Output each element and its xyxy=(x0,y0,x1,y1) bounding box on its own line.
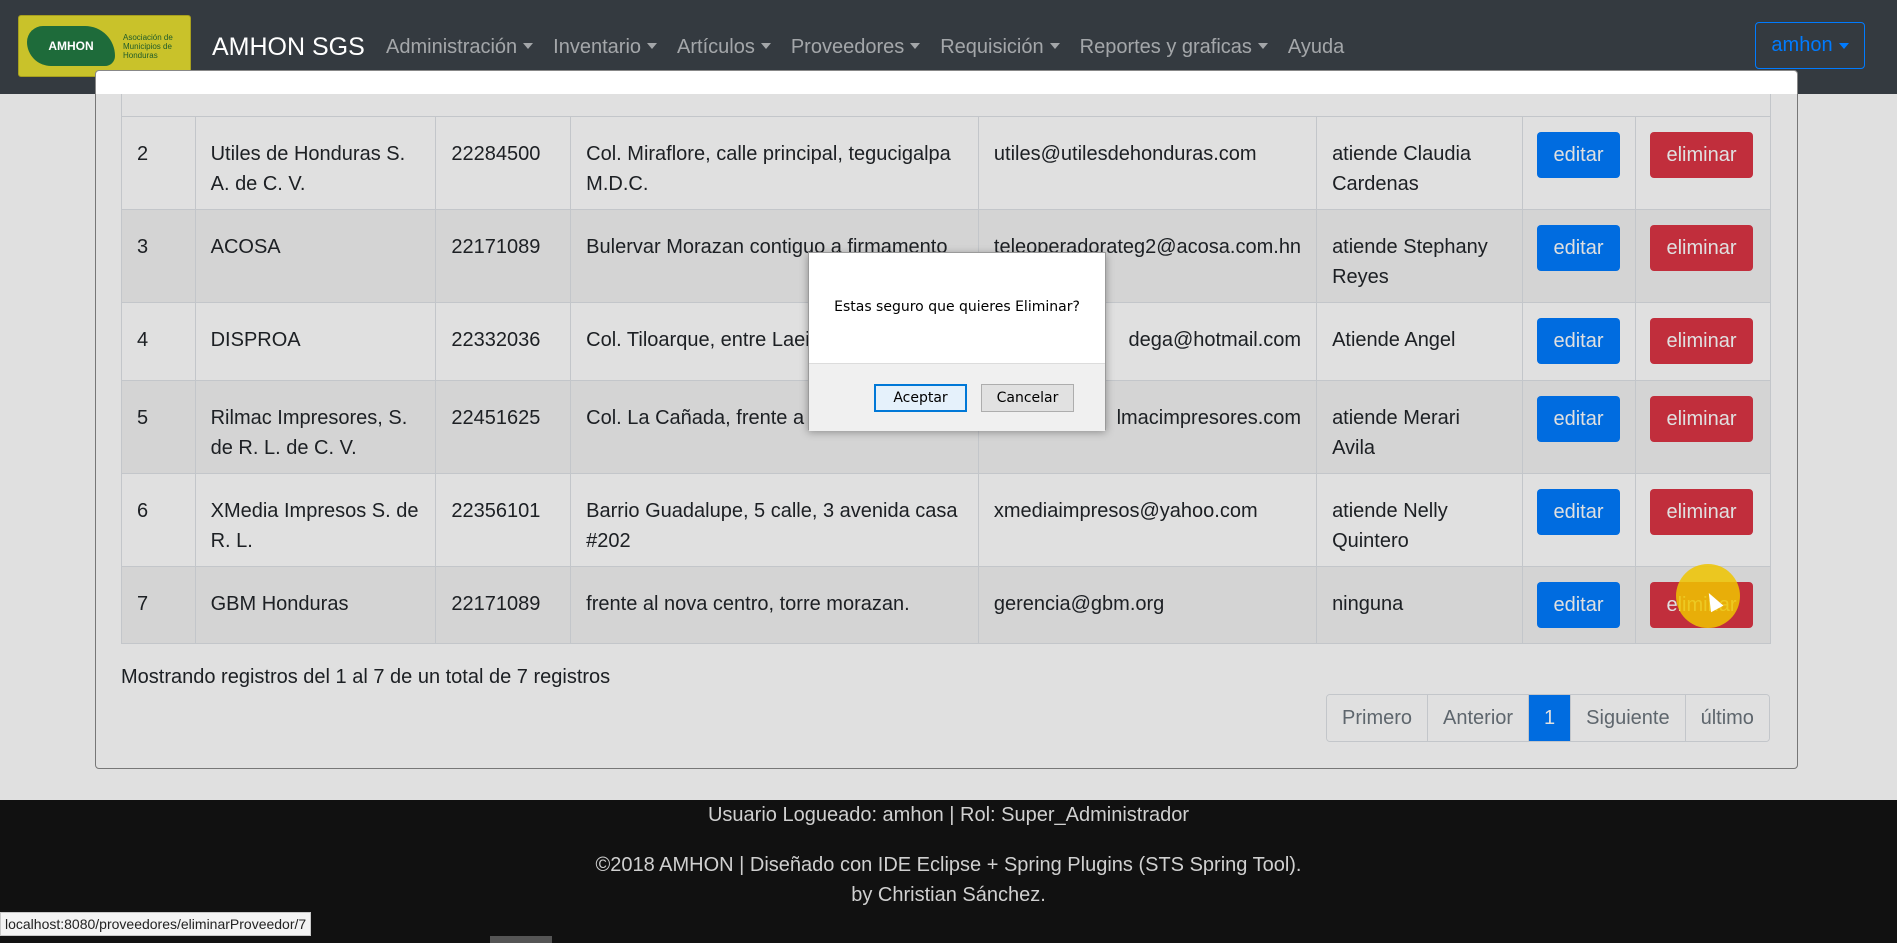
nav-label: Administración xyxy=(386,36,518,58)
nav-menu: Administración Inventario Artículos Prov… xyxy=(386,36,1344,59)
brand-title[interactable]: AMHON SGS xyxy=(212,33,365,62)
nav-inventario[interactable]: Inventario xyxy=(553,36,658,59)
nav-label: Artículos xyxy=(677,36,755,58)
footer-user-info: Usuario Logueado: amhon | Rol: Super_Adm… xyxy=(707,804,1190,826)
honduras-map-icon: AMHON xyxy=(27,26,115,66)
caret-down-icon xyxy=(910,43,921,49)
nav-label: Proveedores xyxy=(790,36,905,58)
user-dropdown-button[interactable]: amhon xyxy=(1755,22,1865,69)
nav-ayuda[interactable]: Ayuda xyxy=(1288,36,1344,59)
nav-administracion[interactable]: Administración xyxy=(386,36,534,59)
user-label: amhon xyxy=(1771,34,1833,56)
caret-down-icon xyxy=(1257,43,1268,49)
footer-copyright: ©2018 AMHON | Diseñado con IDE Eclipse +… xyxy=(595,854,1302,876)
nav-proveedores[interactable]: Proveedores xyxy=(790,36,921,59)
dialog-message: Estas seguro que quieres Eliminar? xyxy=(834,299,1080,315)
nav-requisicion[interactable]: Requisición xyxy=(940,36,1060,59)
caret-down-icon xyxy=(523,43,534,49)
caret-down-icon xyxy=(1049,43,1060,49)
nav-articulos[interactable]: Artículos xyxy=(677,36,771,59)
footer-author: by Christian Sánchez. xyxy=(851,884,1046,906)
nav-label: Inventario xyxy=(553,36,642,58)
dim-overlay xyxy=(0,94,1897,800)
taskbar-item xyxy=(490,936,552,943)
nav-reportes[interactable]: Reportes y graficas xyxy=(1080,36,1268,59)
caret-down-icon xyxy=(647,43,658,49)
logo-caption: Asociación de Municipios de Honduras xyxy=(123,32,173,60)
caret-down-icon xyxy=(760,43,771,49)
dialog-footer: Aceptar Cancelar xyxy=(809,363,1105,431)
confirm-dialog: Estas seguro que quieres Eliminar? Acept… xyxy=(808,252,1106,431)
amhon-logo[interactable]: AMHON Asociación de Municipios de Hondur… xyxy=(18,15,191,77)
caret-down-icon xyxy=(1838,42,1849,49)
nav-label: Requisición xyxy=(940,36,1044,58)
accept-button[interactable]: Aceptar xyxy=(874,384,967,412)
status-bar-url: localhost:8080/proveedores/eliminarProve… xyxy=(0,912,312,936)
logo-badge-text: AMHON xyxy=(48,39,94,53)
cancel-button[interactable]: Cancelar xyxy=(981,384,1074,412)
nav-label: Reportes y graficas xyxy=(1079,36,1252,58)
